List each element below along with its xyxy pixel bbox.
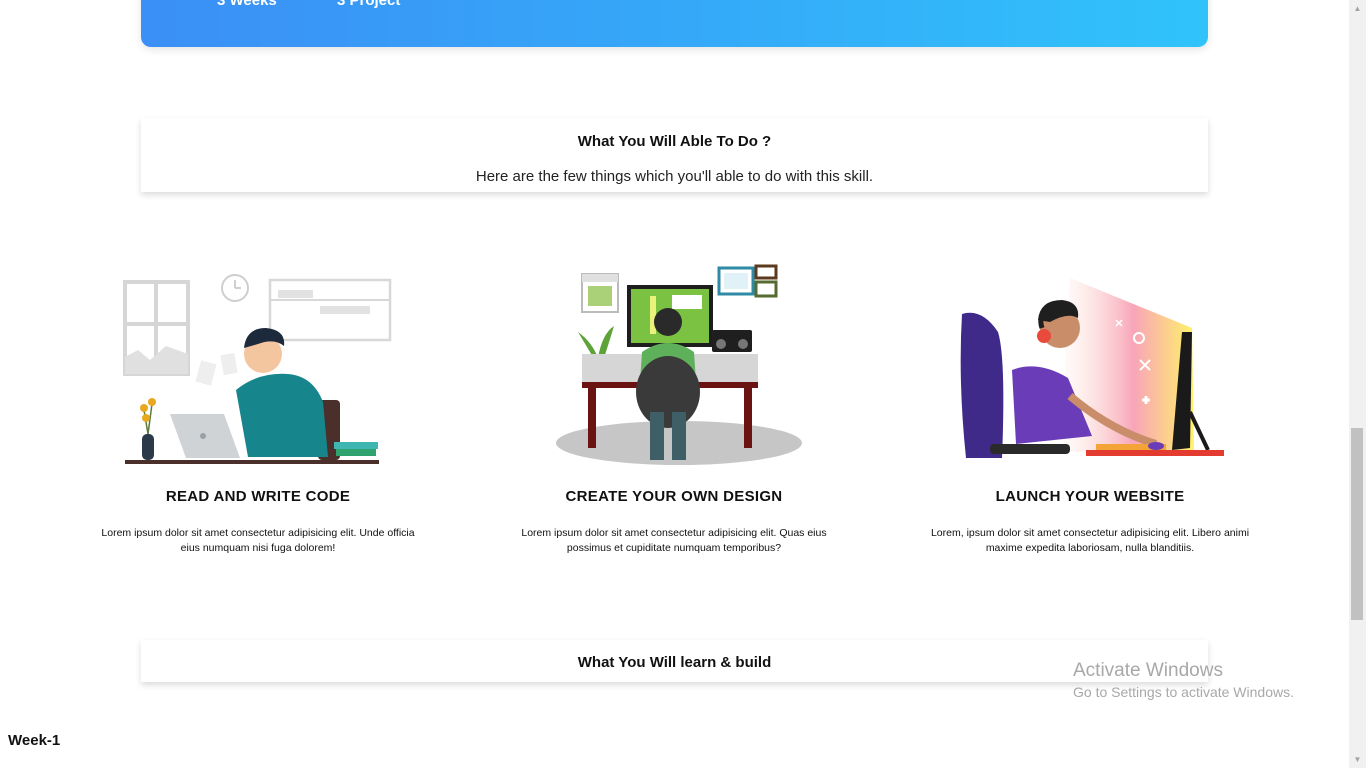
feature-description: Lorem ipsum dolor sit amet consectetur a…	[521, 527, 827, 554]
watermark-title: Activate Windows	[1073, 660, 1223, 681]
able-section-subtitle: Here are the few things which you'll abl…	[475, 168, 874, 185]
feature-card-launch: LAUNCH YOUR WEBSITE Lorem, ipsum dolor s…	[920, 262, 1260, 556]
able-section-title: What You Will Able To Do ?	[577, 133, 772, 150]
feature-title: CREATE YOUR OWN DESIGN	[565, 488, 783, 505]
scroll-thumb[interactable]	[1351, 428, 1363, 620]
feature-title: READ AND WRITE CODE	[165, 488, 351, 505]
scroll-up-arrow-icon[interactable]: ▲	[1349, 0, 1366, 17]
activate-windows-watermark: Activate Windows Go to Settings to activ…	[1073, 660, 1294, 700]
feature-card-design: CREATE YOUR OWN DESIGN Lorem ipsum dolor…	[504, 262, 844, 556]
vertical-scrollbar[interactable]: ▲ ▼	[1349, 0, 1366, 768]
page-content: 3 Weeks 3 Project What You Will Able To …	[0, 0, 1349, 768]
able-section-header: What You Will Able To Do ? Here are the …	[141, 118, 1208, 192]
week-label[interactable]: Week-1	[8, 732, 60, 749]
learn-section-header: What You Will learn & build	[141, 640, 1208, 682]
feature-description: Lorem ipsum dolor sit amet consectetur a…	[101, 527, 415, 554]
feature-title: LAUNCH YOUR WEBSITE	[995, 488, 1185, 505]
design-illustration	[504, 262, 844, 472]
watermark-subtitle: Go to Settings to activate Windows.	[1073, 684, 1294, 700]
coding-illustration	[88, 262, 428, 472]
feature-card-code: READ AND WRITE CODE Lorem ipsum dolor si…	[88, 262, 428, 556]
hero-banner: 3 Weeks 3 Project	[141, 0, 1208, 47]
projects-stat: 3 Project	[337, 0, 401, 9]
feature-description: Lorem, ipsum dolor sit amet consectetur …	[930, 527, 1250, 554]
scroll-down-arrow-icon[interactable]: ▼	[1349, 751, 1366, 768]
learn-section-title: What You Will learn & build	[577, 654, 772, 671]
duration-stat: 3 Weeks	[217, 0, 277, 9]
gaming-illustration	[920, 262, 1260, 472]
